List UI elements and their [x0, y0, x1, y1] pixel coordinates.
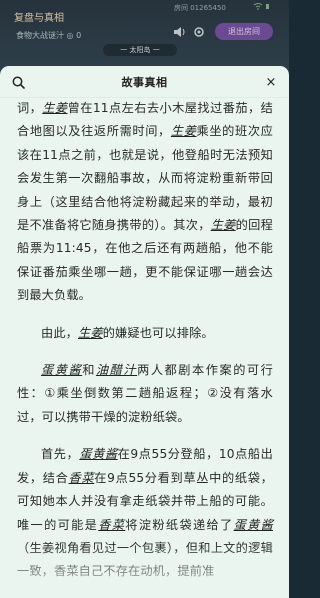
- character-name: 生姜: [170, 124, 197, 139]
- character-name: 香菜: [68, 470, 95, 485]
- character-name: 生姜: [78, 325, 103, 340]
- character-name: 生姜: [210, 218, 236, 233]
- exit-room-button[interactable]: 退出房间: [215, 23, 273, 40]
- truth-modal: 故事真相 × 词，生姜曾在11点左右去小木屋找过番茄，结合地图以及往返所需时间，…: [0, 66, 289, 598]
- character-name: 油醋汁: [95, 363, 138, 378]
- modal-title: 故事真相: [121, 75, 168, 89]
- character-name: 蛋黄酱: [41, 363, 83, 378]
- character-name: 香菜: [98, 517, 126, 532]
- game-subtitle: 食物大战谜汁 ◎ 0: [16, 31, 82, 40]
- character-name: 生姜: [42, 101, 68, 115]
- character-name: 蛋黄酱: [233, 517, 274, 532]
- location-chip: 一 太阳岛 一: [103, 44, 177, 56]
- character-name: 蛋黄酱: [79, 447, 118, 462]
- game-title: 复盘与真相: [14, 13, 64, 24]
- search-icon[interactable]: [10, 74, 26, 90]
- speaker-icon[interactable]: [173, 26, 207, 38]
- modal-header: 故事真相 ×: [0, 66, 289, 98]
- story-text: 词，生姜曾在11点左右去小木屋找过番茄，结合地图以及往返所需时间，生姜乘坐的班次…: [17, 97, 273, 598]
- room-id: 房间 01265450: [174, 4, 226, 12]
- paragraph-1: 词，生姜曾在11点左右去小木屋找过番茄，结合地图以及往返所需时间，生姜乘坐的班次…: [17, 101, 273, 303]
- paragraph-4: 首先，蛋黄酱在9点55分登船，10点船出发，结合香菜在9点55分看到草丛中的纸袋…: [17, 447, 274, 579]
- paragraph-3: 蛋黄酱和油醋汁两人都剧本作案的可行性：①乘坐倒数第二趟船返程；②没有落水过，可以…: [17, 363, 273, 424]
- wifi-icon: [252, 2, 274, 12]
- paragraph-2: 由此，生姜的嫌疑也可以排除。: [41, 325, 214, 340]
- top-controls[interactable]: [173, 26, 207, 41]
- close-icon[interactable]: ×: [263, 74, 279, 90]
